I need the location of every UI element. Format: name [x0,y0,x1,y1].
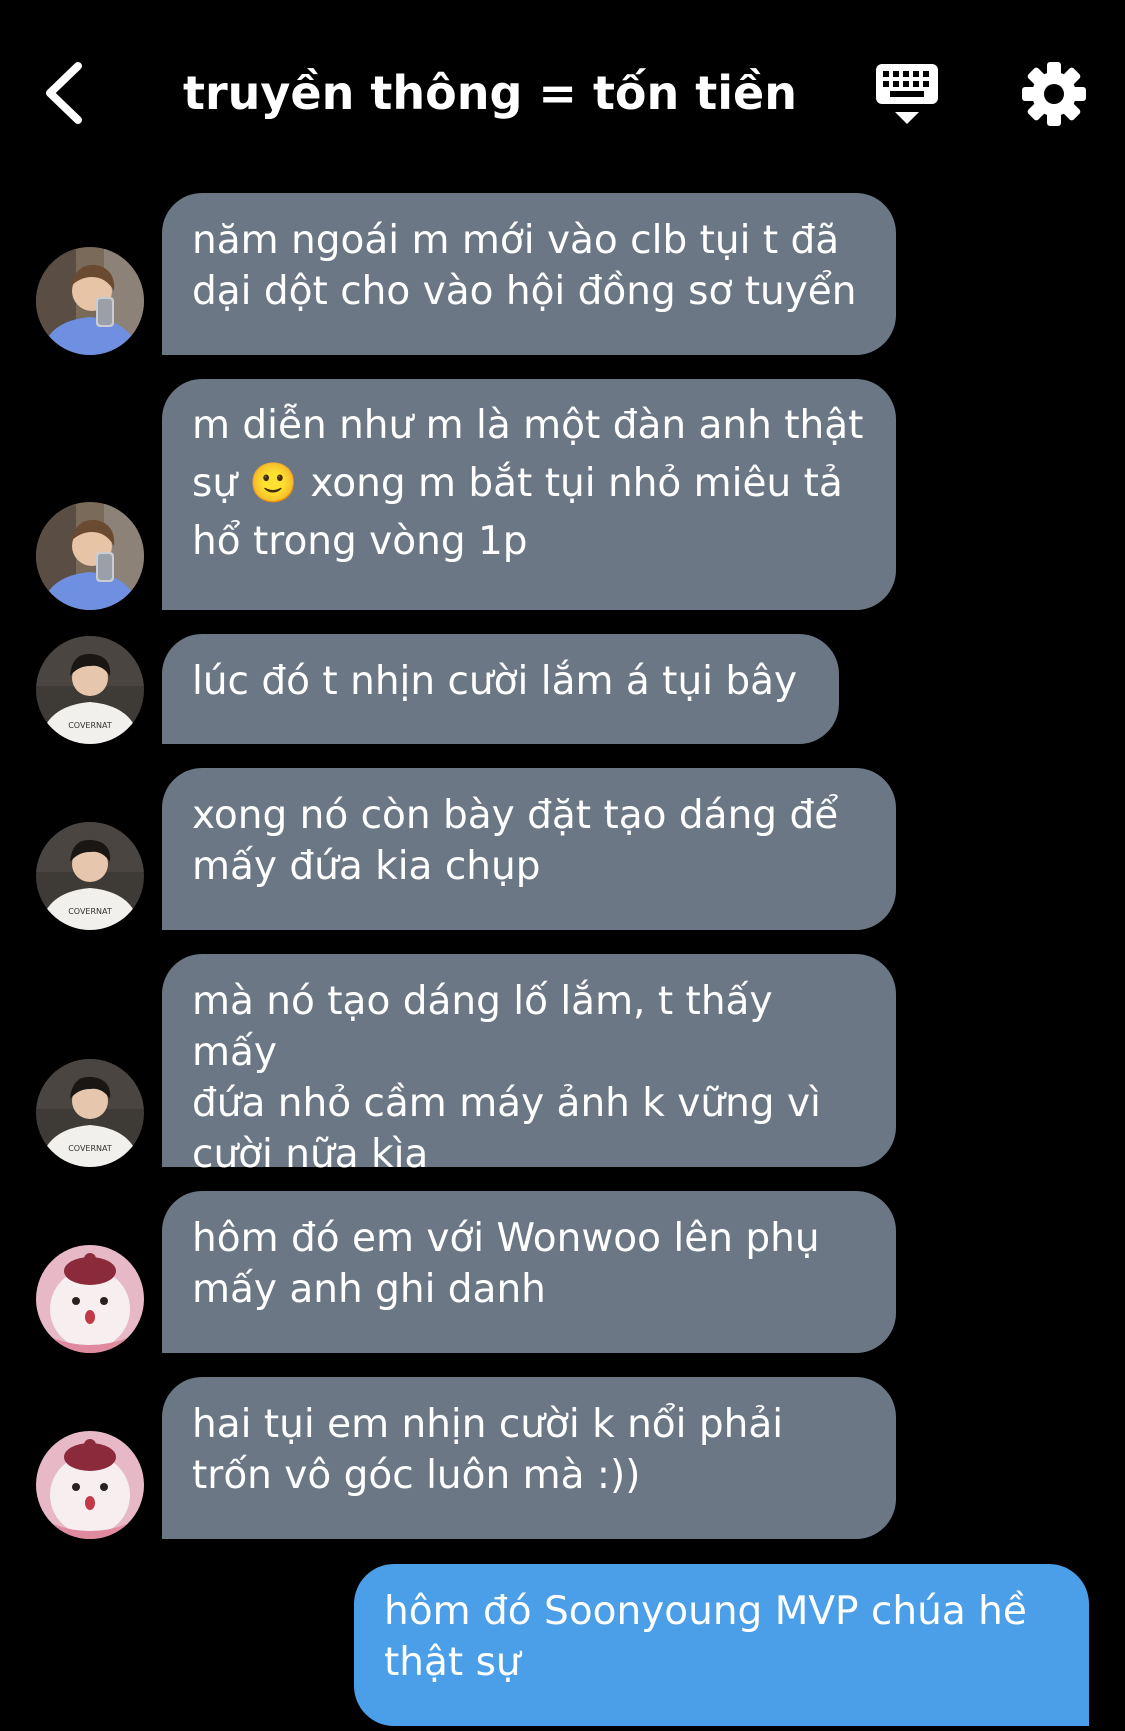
message-row: hôm đó Soonyoung MVP chúa hề thật sự [0,1564,1125,1726]
message-bubble[interactable]: xong nó còn bày đặt tạo dáng để mấy đứa … [162,768,896,930]
avatar[interactable] [36,1431,144,1539]
chat-header: truyền thông = tốn tiền [0,0,1125,190]
avatar[interactable] [36,502,144,610]
avatar[interactable]: COVERNAT [36,822,144,930]
message-row: m diễn như m là một đàn anh thật sự 🙂 xo… [0,379,1125,610]
svg-text:COVERNAT: COVERNAT [68,1144,112,1153]
avatar[interactable] [36,1245,144,1353]
keyboard-icon [876,64,938,124]
chat-title: truyền thông = tốn tiền [182,66,797,120]
message-row: COVERNAT lúc đó t nhịn cười lắm á tụi bâ… [0,634,1125,744]
my-message-bubble[interactable]: hôm đó Soonyoung MVP chúa hề thật sự [354,1564,1089,1726]
avatar[interactable]: COVERNAT [36,636,144,744]
message-row: năm ngoái m mới vào clb tụi t đã dại dột… [0,193,1125,355]
gear-icon [1022,62,1086,126]
message-bubble[interactable]: năm ngoái m mới vào clb tụi t đã dại dột… [162,193,896,355]
back-button[interactable] [38,58,98,128]
avatar[interactable]: COVERNAT [36,1059,144,1167]
avatar[interactable] [36,247,144,355]
message-row: hôm đó em với Wonwoo lên phụ mấy anh ghi… [0,1191,1125,1353]
message-bubble[interactable]: hôm đó em với Wonwoo lên phụ mấy anh ghi… [162,1191,896,1353]
message-bubble[interactable]: m diễn như m là một đàn anh thật sự 🙂 xo… [162,379,896,610]
message-bubble[interactable]: lúc đó t nhịn cười lắm á tụi bây [162,634,839,744]
settings-button[interactable] [1018,58,1090,130]
keyboard-button[interactable] [872,60,942,130]
message-row: COVERNAT mà nó tạo dáng lố lắm, t thấy m… [0,954,1125,1177]
message-bubble[interactable]: mà nó tạo dáng lố lắm, t thấy mấy đứa nh… [162,954,896,1177]
svg-text:COVERNAT: COVERNAT [68,721,112,730]
message-row: COVERNAT xong nó còn bày đặt tạo dáng để… [0,768,1125,930]
message-row: hai tụi em nhịn cười k nổi phải trốn vô … [0,1377,1125,1539]
message-bubble[interactable]: hai tụi em nhịn cười k nổi phải trốn vô … [162,1377,896,1539]
chevron-left-icon [46,62,82,124]
svg-text:COVERNAT: COVERNAT [68,907,112,916]
